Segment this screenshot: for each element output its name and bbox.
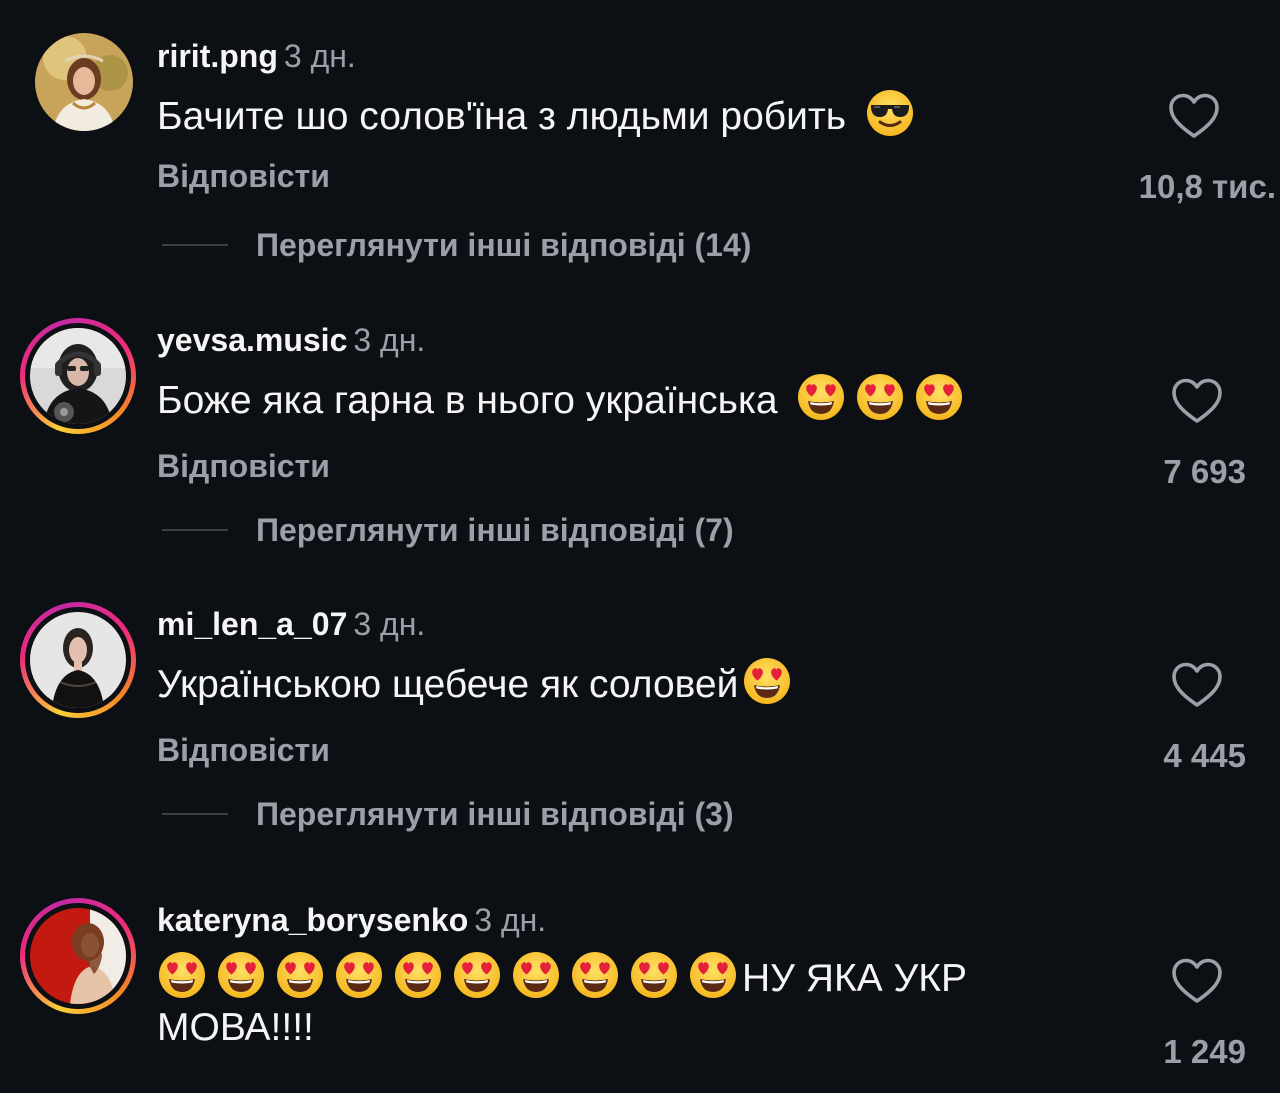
divider-line xyxy=(162,529,228,531)
heart-eyes-emoji-icon xyxy=(334,950,384,1000)
comment-header: mi_len_a_07 3 дн. xyxy=(157,604,425,644)
comment-text: Українською щебече як соловей xyxy=(157,656,801,711)
view-replies-button[interactable]: Переглянути інші відповіді (14) xyxy=(162,225,751,265)
comment-text: Боже яка гарна в нього українська xyxy=(157,372,973,427)
username[interactable]: yevsa.music xyxy=(157,322,347,358)
like-count: 1 249 xyxy=(1163,1033,1246,1070)
heart-eyes-emoji-icon xyxy=(796,372,846,422)
username[interactable]: kateryna_borysenko xyxy=(157,902,468,938)
divider-line xyxy=(162,244,228,246)
comment-header: yevsa.music 3 дн. xyxy=(157,320,425,360)
timestamp: 3 дн. xyxy=(283,38,356,74)
like-heart-icon[interactable] xyxy=(1171,957,1223,1005)
comment-text-content: Боже яка гарна в нього українська xyxy=(157,379,778,422)
heart-eyes-emoji-icon xyxy=(216,950,266,1000)
like-count: 7 693 xyxy=(1163,453,1246,490)
view-replies-label: Переглянути інші відповіді (7) xyxy=(256,511,734,548)
comment-text-content: Бачите шо солов'їна з людьми робить xyxy=(157,95,847,138)
timestamp: 3 дн. xyxy=(474,902,547,938)
heart-eyes-emoji-icon xyxy=(688,950,738,1000)
heart-eyes-emoji-icon xyxy=(511,950,561,1000)
heart-eyes-emoji-icon xyxy=(742,656,792,706)
heart-eyes-emoji-icon xyxy=(855,372,905,422)
comment-text: Бачите шо солов'їна з людьми робить xyxy=(157,88,924,143)
like-heart-icon[interactable] xyxy=(1171,661,1223,709)
heart-eyes-emoji-icon xyxy=(914,372,964,422)
heart-eyes-emoji-icon xyxy=(452,950,502,1000)
divider-line xyxy=(162,813,228,815)
timestamp: 3 дн. xyxy=(353,322,426,358)
comment-header: kateryna_borysenko 3 дн. xyxy=(157,900,546,940)
view-replies-button[interactable]: Переглянути інші відповіді (3) xyxy=(162,794,734,834)
avatar[interactable] xyxy=(20,898,136,1014)
avatar[interactable] xyxy=(20,318,136,434)
comment-text-line-2: МОВА!!!! xyxy=(157,1006,314,1049)
like-count: 10,8 тис. xyxy=(1138,168,1276,205)
heart-eyes-emoji-icon xyxy=(393,950,443,1000)
like-count: 4 445 xyxy=(1163,737,1246,774)
view-replies-button[interactable]: Переглянути інші відповіді (7) xyxy=(162,510,734,550)
username[interactable]: mi_len_a_07 xyxy=(157,606,347,642)
reply-button[interactable]: Відповісти xyxy=(157,730,330,770)
avatar[interactable] xyxy=(35,33,133,131)
comment-text: НУ ЯКА УКР xyxy=(157,950,967,1005)
reply-button[interactable]: Відповісти xyxy=(157,446,330,486)
timestamp: 3 дн. xyxy=(353,606,426,642)
reply-button[interactable]: Відповісти xyxy=(157,156,330,196)
avatar[interactable] xyxy=(20,602,136,718)
heart-eyes-emoji-icon xyxy=(570,950,620,1000)
heart-eyes-emoji-icon xyxy=(629,950,679,1000)
comment-header: ririt.png 3 дн. xyxy=(157,36,356,76)
comment-text-content: НУ ЯКА УКР xyxy=(742,957,968,1000)
like-heart-icon[interactable] xyxy=(1168,92,1220,140)
heart-eyes-emoji-icon xyxy=(157,950,207,1000)
view-replies-label: Переглянути інші відповіді (3) xyxy=(256,795,734,832)
username[interactable]: ririt.png xyxy=(157,38,278,74)
comment-text-content: Українською щебече як соловей xyxy=(157,663,739,706)
view-replies-label: Переглянути інші відповіді (14) xyxy=(256,226,752,263)
like-heart-icon[interactable] xyxy=(1171,377,1223,425)
heart-eyes-emoji-icon xyxy=(275,950,325,1000)
sunglasses-emoji-icon xyxy=(865,88,915,138)
